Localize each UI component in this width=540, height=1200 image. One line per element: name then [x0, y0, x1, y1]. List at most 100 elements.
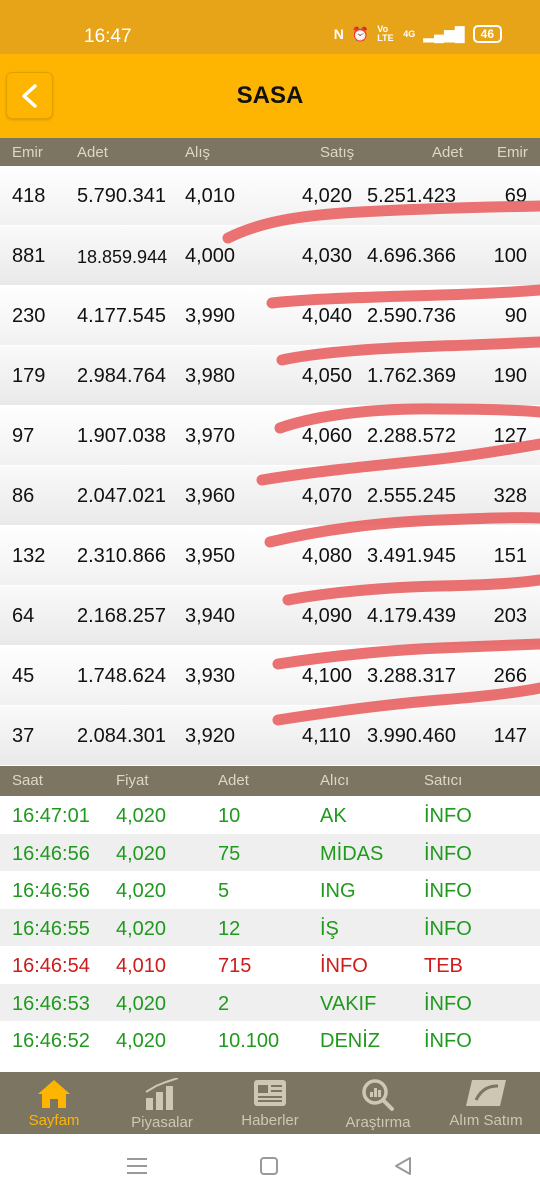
bid-qty: 2.310.866 — [77, 545, 166, 567]
trade-seller: İNFO — [424, 917, 472, 940]
trade-seller: TEB — [424, 955, 463, 977]
trade-qty: 10 — [218, 805, 241, 827]
col-alici: Alıcı — [320, 772, 350, 789]
nav-piyasalar[interactable]: Piyasalar — [108, 1072, 216, 1134]
col-satici: Satıcı — [424, 772, 463, 789]
ask-count: 151 — [493, 545, 527, 567]
ask-qty: 4.179.439 — [367, 605, 456, 627]
trade-icon — [466, 1080, 506, 1106]
news-icon — [254, 1080, 286, 1106]
bid-count: 881 — [12, 245, 46, 267]
ask-price: 4,020 — [302, 185, 353, 207]
order-book-row[interactable]: 179 2.984.764 3,980 4,050 1.762.369 190 — [0, 346, 540, 406]
ask-qty: 1.762.369 — [367, 365, 456, 387]
bid-count: 97 — [12, 425, 35, 447]
ask-price: 4,060 — [302, 425, 353, 447]
status-time: 16:47 — [84, 26, 132, 47]
bid-qty: 2.984.764 — [77, 365, 166, 387]
order-book-row[interactable]: 132 2.310.866 3,950 4,080 3.491.945 151 — [0, 526, 540, 586]
trade-price: 4,010 — [116, 955, 167, 977]
trade-seller: İNFO — [424, 1030, 472, 1052]
trade-buyer: İNFO — [320, 955, 368, 977]
trade-row[interactable]: 16:47:01 4,020 10 AK İNFO — [0, 796, 540, 834]
trade-price: 4,020 — [116, 917, 167, 940]
bid-count: 179 — [12, 365, 46, 387]
order-book-row[interactable]: 881 18.859.944 4,000 4,030 4.696.366 100 — [0, 226, 540, 286]
col-saat: Saat — [12, 772, 43, 789]
nav-arastirma[interactable]: Araştırma — [324, 1072, 432, 1134]
order-book-row[interactable]: 418 5.790.341 4,010 4,020 5.251.423 69 — [0, 166, 540, 226]
ask-price: 4,080 — [302, 545, 353, 567]
trade-time: 16:46:56 — [12, 842, 90, 865]
nav-label: Haberler — [241, 1112, 299, 1129]
trade-price: 4,020 — [116, 842, 167, 865]
nfc-icon: N — [333, 26, 344, 42]
order-book-row[interactable]: 86 2.047.021 3,960 4,070 2.555.245 328 — [0, 466, 540, 526]
ask-price: 4,070 — [302, 485, 353, 507]
trade-time: 16:46:52 — [12, 1030, 90, 1052]
bid-count: 45 — [12, 665, 35, 687]
ask-qty: 4.696.366 — [367, 245, 456, 267]
ask-count: 266 — [493, 665, 527, 687]
trade-seller: İNFO — [424, 880, 472, 902]
order-book-row[interactable]: 97 1.907.038 3,970 4,060 2.288.572 127 — [0, 406, 540, 466]
col-alis: Alış — [185, 144, 211, 161]
nav-sayfam[interactable]: Sayfam — [0, 1072, 108, 1134]
network-label: 4G — [403, 29, 416, 39]
ask-price: 4,040 — [302, 305, 353, 327]
bid-price: 3,920 — [185, 725, 236, 747]
trade-qty: 5 — [218, 880, 230, 902]
bottom-nav: Sayfam Piyasalar Haberler Araştırma Alım… — [0, 1072, 540, 1134]
ask-qty: 3.288.317 — [367, 665, 456, 687]
nav-label: Piyasalar — [131, 1114, 193, 1131]
ask-count: 69 — [504, 185, 527, 207]
order-book-row[interactable]: 230 4.177.545 3,990 4,040 2.590.736 90 — [0, 286, 540, 346]
trade-buyer: AK — [320, 805, 347, 827]
trade-price: 4,020 — [116, 805, 167, 827]
home-square-icon[interactable] — [259, 1156, 279, 1176]
trade-price: 4,020 — [116, 1030, 167, 1052]
col-emir-ask: Emir — [497, 144, 528, 161]
ask-count: 190 — [493, 365, 527, 387]
ask-qty: 2.555.245 — [367, 485, 456, 507]
trade-row[interactable]: 16:46:55 4,020 12 İŞ İNFO — [0, 908, 540, 946]
bid-price: 3,930 — [185, 665, 236, 687]
alarm-icon: ⏰ — [351, 25, 370, 42]
bid-price: 4,000 — [185, 245, 236, 267]
signal-icon: ▂▄▆█ — [423, 25, 465, 42]
menu-icon[interactable] — [126, 1156, 148, 1176]
ask-price: 4,110 — [302, 725, 351, 747]
order-book-row[interactable]: 64 2.168.257 3,940 4,090 4.179.439 203 — [0, 586, 540, 646]
trade-buyer: ING — [320, 880, 356, 902]
order-book-row[interactable]: 45 1.748.624 3,930 4,100 3.288.317 266 — [0, 646, 540, 706]
trade-time: 16:46:54 — [12, 955, 90, 977]
bid-count: 132 — [12, 545, 46, 567]
ask-qty: 5.251.423 — [367, 185, 456, 207]
ask-count: 147 — [493, 725, 527, 747]
trade-seller: İNFO — [424, 992, 472, 1015]
trade-row[interactable]: 16:46:56 4,020 5 ING İNFO — [0, 871, 540, 909]
order-book: 418 5.790.341 4,010 4,020 5.251.423 69 881 18.8… — [0, 166, 540, 766]
trade-row[interactable]: 16:46:53 4,020 2 VAKIF İNFO — [0, 983, 540, 1021]
trades-list[interactable]: 16:47:01 4,020 10 AK İNFO 16:46:56 4,020 75 MİDA… — [0, 796, 540, 1072]
trade-qty: 715 — [218, 955, 252, 977]
trade-qty: 2 — [218, 992, 230, 1015]
bid-price: 3,960 — [185, 485, 236, 507]
bid-qty: 18.859.944 — [77, 247, 168, 267]
ask-qty: 3.990.460 — [367, 725, 456, 747]
bid-count: 418 — [12, 185, 46, 207]
trade-row[interactable]: 16:46:54 4,010 715 İNFO TEB — [0, 946, 540, 984]
back-triangle-icon[interactable] — [393, 1156, 413, 1176]
bid-qty: 1.907.038 — [77, 425, 166, 447]
order-book-row[interactable]: 37 2.084.301 3,920 4,110 3.990.460 147 — [0, 706, 540, 766]
trade-buyer: DENİZ — [320, 1030, 380, 1052]
bid-price: 3,980 — [185, 365, 236, 387]
nav-alim-satim[interactable]: Alım Satım — [432, 1072, 540, 1134]
trade-row[interactable]: 16:46:56 4,020 75 MİDAS İNFO — [0, 833, 540, 871]
trade-time: 16:46:56 — [12, 880, 90, 902]
system-nav-bar — [0, 1134, 540, 1200]
nav-haberler[interactable]: Haberler — [216, 1072, 324, 1134]
trade-row[interactable]: 16:46:52 4,020 10.100 DENİZ İNFO — [0, 1021, 540, 1059]
trade-time: 16:46:55 — [12, 917, 90, 940]
bid-price: 3,970 — [185, 425, 236, 447]
